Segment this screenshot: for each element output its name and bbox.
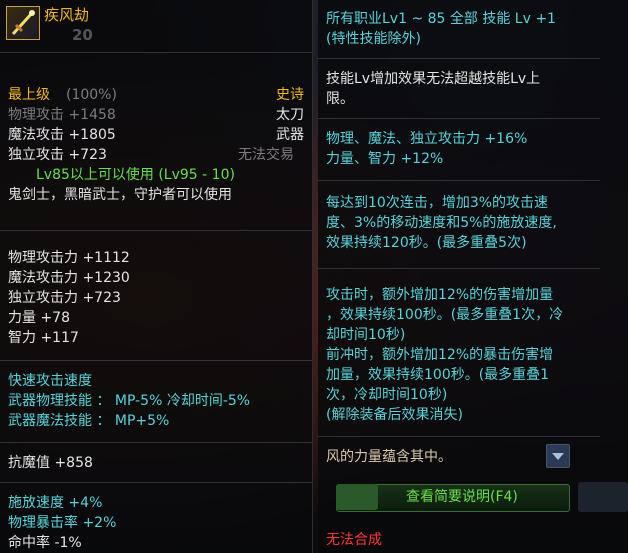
weapon-phys-skill: 武器物理技能 ： MP-5% 冷却时间-5% bbox=[8, 393, 251, 409]
cast-speed: 施放速度 +4% bbox=[8, 495, 103, 511]
trade-status: 无法交易 bbox=[238, 147, 294, 163]
no-synthesis-label: 无法合成 bbox=[326, 532, 382, 548]
hit-rate: 命中率 -1% bbox=[8, 535, 82, 551]
attack-bonus: 物理、魔法、独立攻击力 +16% bbox=[326, 131, 528, 147]
stat-bonus: 力量、智力 +12% bbox=[326, 151, 444, 167]
rarity-label: 史诗 bbox=[276, 87, 304, 103]
stat-line: 物理攻击力 +1112 bbox=[8, 250, 130, 266]
dash-effect: 前冲时，额外增加12%的暴击伤害增 bbox=[326, 347, 554, 363]
skill-cap-note-cont: 限。 bbox=[326, 91, 354, 107]
skill-level-note: (特性技能除外) bbox=[326, 31, 421, 47]
phys-crit-rate: 物理暴击率 +2% bbox=[8, 515, 117, 531]
weapon-type: 太刀 bbox=[276, 107, 304, 123]
divider bbox=[318, 118, 600, 119]
sword-icon bbox=[6, 6, 40, 40]
skill-level-bonus: 所有职业Lv1 ~ 85 全部 技能 Lv +1 bbox=[326, 11, 556, 27]
divider bbox=[318, 58, 600, 59]
stat-line: 力量 +78 bbox=[8, 310, 70, 326]
divider bbox=[0, 230, 312, 231]
unequip-note: (解除装备后效果消失) bbox=[326, 407, 463, 423]
grade-percent: (100%) bbox=[66, 87, 117, 103]
item-name: 疾风劫 bbox=[44, 6, 90, 24]
attack-effect: 却时间10秒) bbox=[326, 327, 406, 343]
attack-effect: ，效果持续100秒。(最多重叠1次，冷 bbox=[326, 307, 564, 323]
search-button[interactable] bbox=[578, 482, 628, 512]
combo-effect: 每达到10次连击，增加3%的攻击速 bbox=[326, 195, 549, 211]
independent-attack: 独立攻击 +723 bbox=[8, 147, 107, 163]
flavor-text: 风的力量蕴含其中。 bbox=[326, 449, 452, 465]
dash-effect: 加量，效果持续100秒。(最多重叠1 bbox=[326, 367, 550, 383]
divider bbox=[0, 482, 312, 483]
magic-resist: 抗魔值 +858 bbox=[8, 455, 93, 471]
divider bbox=[0, 52, 312, 53]
summary-button-tab bbox=[336, 484, 378, 510]
divider bbox=[318, 180, 600, 181]
dropdown-icon[interactable] bbox=[546, 444, 570, 468]
usable-classes: 鬼剑士，黑暗武士，守护者可以使用 bbox=[8, 187, 232, 203]
grade-label: 最上级 bbox=[8, 87, 50, 103]
divider bbox=[0, 360, 312, 361]
stat-line: 魔法攻击力 +1230 bbox=[8, 270, 130, 286]
magic-attack: 魔法攻击 +1805 bbox=[8, 127, 116, 143]
phys-attack: 物理攻击 +1458 bbox=[8, 107, 116, 123]
attack-speed-title: 快速攻击速度 bbox=[8, 373, 92, 389]
divider bbox=[318, 268, 600, 269]
attack-effect: 攻击时，额外增加12%的伤害增加量 bbox=[326, 287, 554, 303]
stat-line: 智力 +117 bbox=[8, 330, 79, 346]
stat-line: 独立攻击力 +723 bbox=[8, 290, 121, 306]
item-level: 20 bbox=[72, 26, 93, 44]
divider bbox=[0, 442, 312, 443]
item-category: 武器 bbox=[276, 127, 304, 143]
combo-effect: 度、3%的移动速度和5%的施放速度, bbox=[326, 215, 557, 231]
divider bbox=[318, 436, 600, 437]
skill-cap-note: 技能Lv增加效果无法超越技能Lv上 bbox=[326, 71, 541, 87]
combo-effect: 效果持续120秒。(最多重叠5次) bbox=[326, 235, 527, 251]
dash-effect: 次，冷却时间10秒) bbox=[326, 387, 448, 403]
weapon-magic-skill: 武器魔法技能 ： MP+5% bbox=[8, 413, 170, 429]
usable-level: Lv85以上可以使用 (Lv95 - 10) bbox=[36, 167, 235, 183]
summary-button-label: 查看简要说明(F4) bbox=[406, 489, 518, 505]
